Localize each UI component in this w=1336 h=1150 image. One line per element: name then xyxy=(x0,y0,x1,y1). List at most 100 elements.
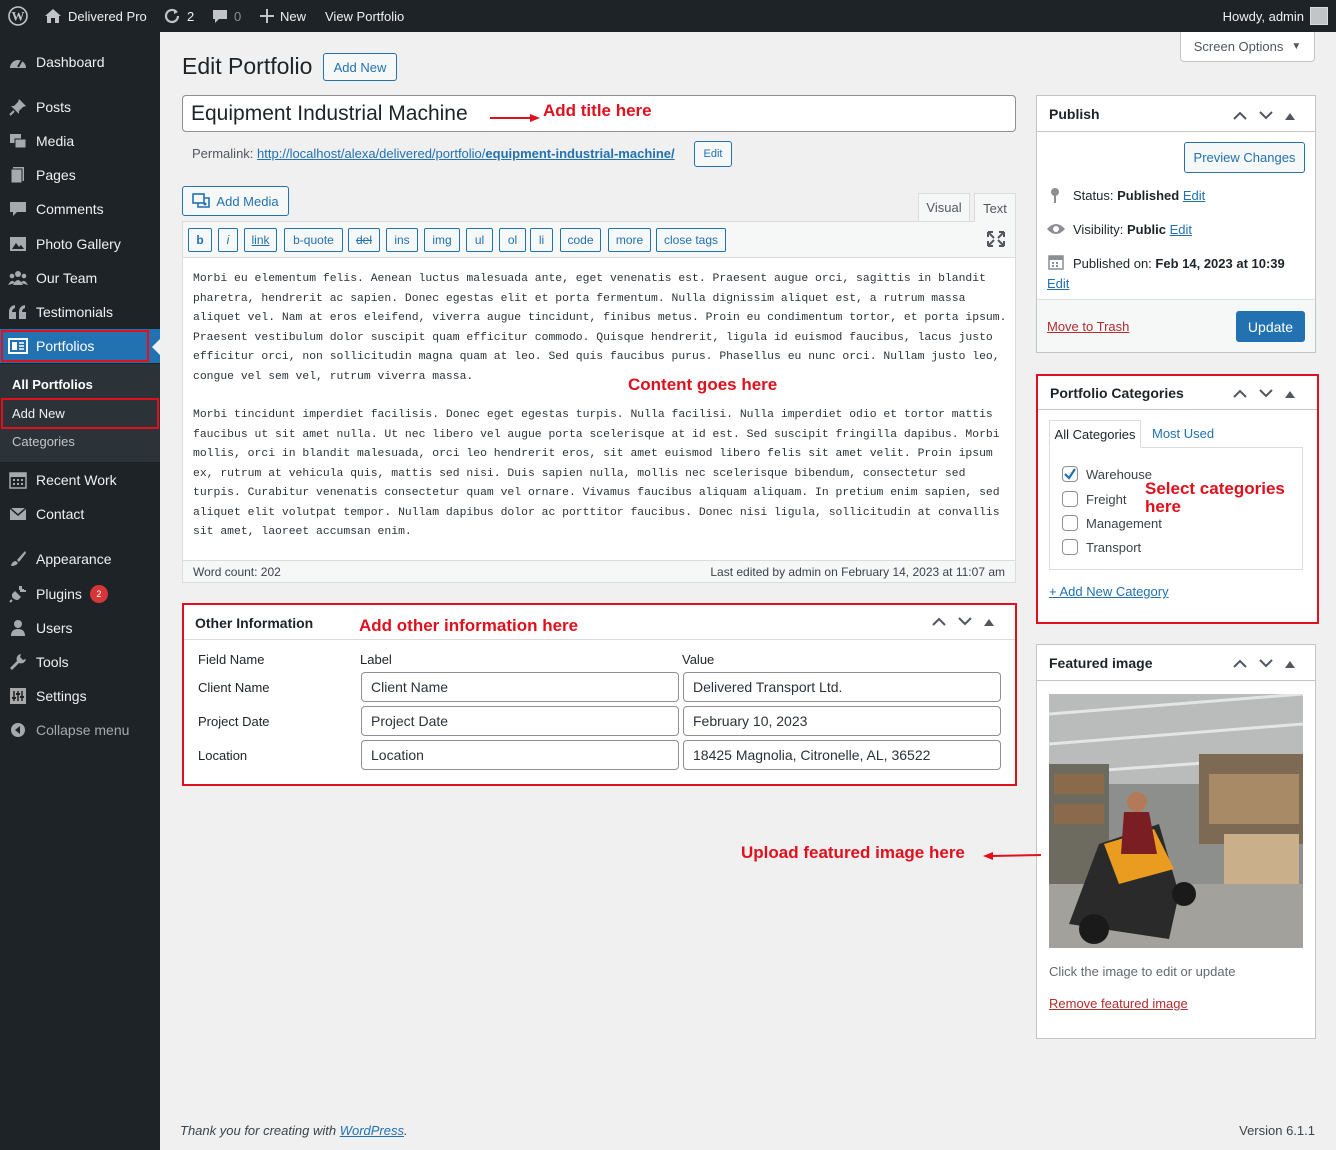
arrow-right-icon xyxy=(490,110,540,125)
value-input[interactable]: 18425 Magnolia, Citronelle, AL, 36522 xyxy=(683,740,1001,770)
chevron-up-icon[interactable] xyxy=(1233,656,1247,671)
label-input[interactable]: Project Date xyxy=(361,706,679,736)
sidebar-item-photo-gallery[interactable]: Photo Gallery xyxy=(0,227,160,261)
sidebar-item-our-team[interactable]: Our Team xyxy=(0,261,160,295)
howdy-text: Howdy, admin xyxy=(1222,8,1304,24)
sidebar-item-collapse-menu[interactable]: Collapse menu xyxy=(0,713,160,747)
featured-image[interactable] xyxy=(1049,694,1303,948)
label-input[interactable]: Client Name xyxy=(361,672,679,702)
sidebar-item-label: Media xyxy=(36,133,75,149)
label-input[interactable]: Location xyxy=(361,740,679,770)
quicktag-i-button[interactable]: i xyxy=(218,228,238,252)
publish-visibility: Visibility: Public Edit xyxy=(1073,222,1192,237)
tab-text[interactable]: Text xyxy=(974,193,1016,222)
chevron-up-icon[interactable] xyxy=(932,614,946,629)
quicktag-close-tags-button[interactable]: close tags xyxy=(656,228,726,252)
annotation-title: Add title here xyxy=(543,101,652,120)
sidebar-item-label: Collapse menu xyxy=(36,722,130,738)
quicktag-b-quote-button[interactable]: b-quote xyxy=(284,228,343,252)
add-media-button[interactable]: Add Media xyxy=(182,186,289,216)
edit-date-link[interactable]: Edit xyxy=(1047,276,1069,291)
quicktag-li-button[interactable]: li xyxy=(530,228,553,252)
chevron-down-icon[interactable] xyxy=(1259,108,1273,123)
sidebar-item-appearance[interactable]: Appearance xyxy=(0,542,160,576)
quicktag-code-button[interactable]: code xyxy=(560,228,601,252)
sidebar-item-dashboard[interactable]: Dashboard xyxy=(0,45,160,79)
sidebar-item-contact[interactable]: Contact xyxy=(0,497,160,531)
quicktag-b-button[interactable]: b xyxy=(188,228,212,252)
comments-link[interactable]: 0 xyxy=(212,0,241,32)
screen-options-button[interactable]: Screen Options ▼ xyxy=(1180,32,1315,62)
quicktag-del-button[interactable]: del xyxy=(348,228,380,252)
submenu-all-portfolios[interactable]: All Portfolios xyxy=(12,377,93,392)
field-name: Client Name xyxy=(198,680,270,695)
wordpress-link[interactable]: WordPress xyxy=(340,1123,404,1138)
quicktag-link-button[interactable]: link xyxy=(244,228,277,252)
chevron-down-icon[interactable] xyxy=(1259,656,1273,671)
tab-visual[interactable]: Visual xyxy=(918,193,970,221)
move-to-trash-link[interactable]: Move to Trash xyxy=(1047,319,1129,334)
sidebar-item-testimonials[interactable]: Testimonials xyxy=(0,295,160,329)
chevron-down-icon[interactable] xyxy=(958,614,972,629)
sidebar-item-users[interactable]: Users xyxy=(0,611,160,645)
updates-link[interactable]: 2 xyxy=(163,0,194,32)
featured-hint: Click the image to edit or update xyxy=(1049,964,1236,979)
sidebar-item-label: Photo Gallery xyxy=(36,236,121,252)
value-input[interactable]: February 10, 2023 xyxy=(683,706,1001,736)
wordpress-logo-icon[interactable]: W xyxy=(8,0,28,32)
quicktag-img-button[interactable]: img xyxy=(424,228,460,252)
toggle-panel-icon[interactable] xyxy=(1285,108,1295,123)
sidebar-item-recent-work[interactable]: Recent Work xyxy=(0,463,160,497)
chevron-down-icon[interactable] xyxy=(1259,386,1273,401)
category-checkbox[interactable] xyxy=(1062,539,1078,555)
add-new-category-link[interactable]: + Add New Category xyxy=(1049,584,1169,599)
sidebar-item-tools[interactable]: Tools xyxy=(0,645,160,679)
quicktag-ol-button[interactable]: ol xyxy=(499,228,526,252)
quicktag-more-button[interactable]: more xyxy=(608,228,651,252)
sidebar-item-label: Testimonials xyxy=(36,304,114,320)
sidebar-item-settings[interactable]: Settings xyxy=(0,679,160,713)
edit-visibility-link[interactable]: Edit xyxy=(1170,222,1192,237)
category-checkbox[interactable] xyxy=(1062,515,1078,531)
add-new-button[interactable]: Add New xyxy=(323,53,397,81)
toggle-panel-icon[interactable] xyxy=(1285,386,1295,401)
permalink-edit-button[interactable]: Edit xyxy=(694,141,732,167)
account-menu[interactable]: Howdy, admin xyxy=(1223,0,1328,32)
home-icon xyxy=(44,8,62,24)
new-content-link[interactable]: New xyxy=(260,0,306,32)
brush-icon xyxy=(0,550,36,568)
remove-featured-image-link[interactable]: Remove featured image xyxy=(1049,996,1188,1011)
chevron-up-icon[interactable] xyxy=(1233,108,1247,123)
tab-all-categories[interactable]: All Categories xyxy=(1049,420,1141,448)
sidebar-item-comments[interactable]: Comments xyxy=(0,192,160,226)
category-checkbox[interactable] xyxy=(1062,491,1078,507)
pin-icon xyxy=(1048,187,1062,206)
edit-status-link[interactable]: Edit xyxy=(1183,188,1205,203)
toggle-panel-icon[interactable] xyxy=(1285,656,1295,671)
permalink-link[interactable]: http://localhost/alexa/delivered/portfol… xyxy=(257,146,675,161)
column-label: Label xyxy=(360,652,392,667)
update-button[interactable]: Update xyxy=(1236,311,1305,342)
tab-most-used[interactable]: Most Used xyxy=(1152,426,1214,441)
sidebar-item-plugins[interactable]: Plugins 2 xyxy=(0,577,160,611)
category-checkbox[interactable] xyxy=(1062,466,1078,482)
sidebar-item-posts[interactable]: Posts xyxy=(0,90,160,124)
team-icon xyxy=(0,270,36,286)
value-input[interactable]: Delivered Transport Ltd. xyxy=(683,672,1001,702)
sidebar-item-pages[interactable]: Pages xyxy=(0,158,160,192)
toggle-panel-icon[interactable] xyxy=(984,614,994,629)
quicktag-ul-button[interactable]: ul xyxy=(466,228,493,252)
submenu-categories[interactable]: Categories xyxy=(12,434,75,449)
view-portfolio-link[interactable]: View Portfolio xyxy=(325,0,404,32)
settings-icon xyxy=(0,687,36,705)
editor-paragraph-1[interactable]: Morbi eu elementum felis. Aenean luctus … xyxy=(193,270,1009,387)
site-name-link[interactable]: Delivered Pro xyxy=(44,0,147,32)
editor-paragraph-2[interactable]: Morbi tincidunt imperdiet facilisis. Don… xyxy=(193,406,1009,543)
sidebar-item-media[interactable]: Media xyxy=(0,124,160,158)
word-count: Word count: 202 xyxy=(193,565,281,579)
other-information-title: Other Information xyxy=(195,615,314,631)
fullscreen-icon[interactable] xyxy=(987,231,1005,250)
preview-changes-button[interactable]: Preview Changes xyxy=(1184,142,1305,173)
quicktag-ins-button[interactable]: ins xyxy=(386,228,418,252)
chevron-up-icon[interactable] xyxy=(1233,386,1247,401)
